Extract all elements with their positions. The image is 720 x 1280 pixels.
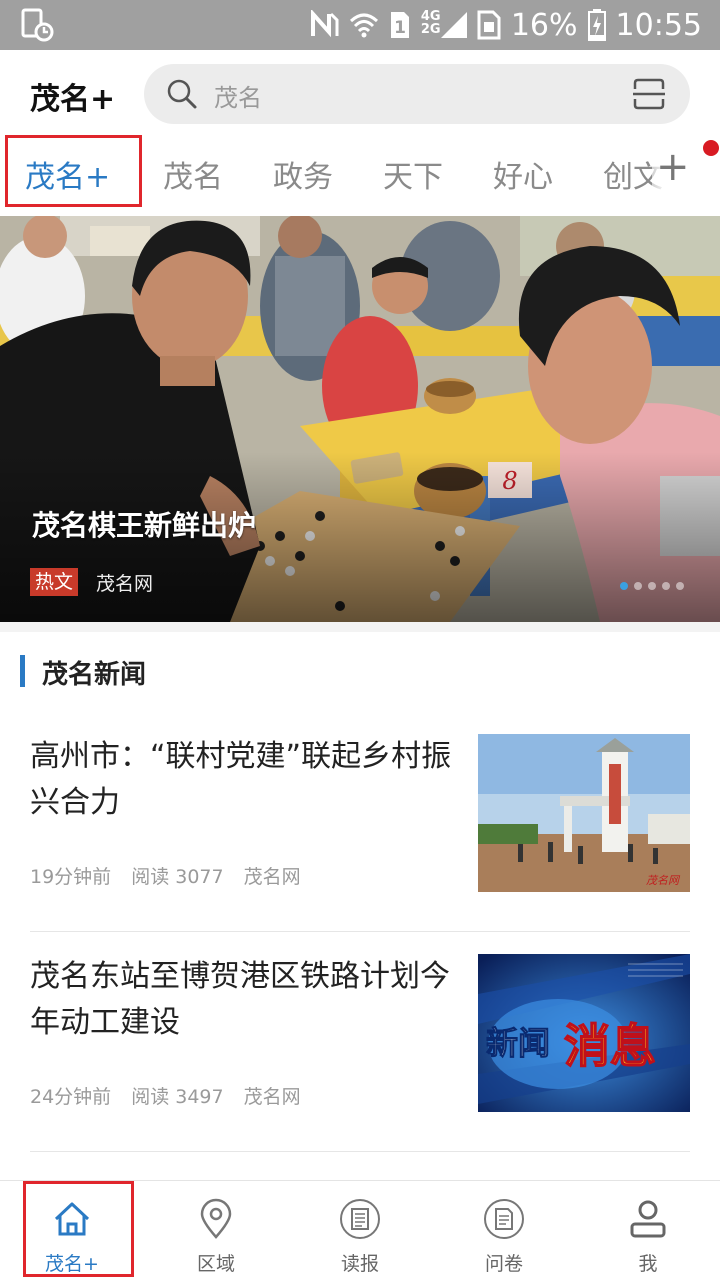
section-title: 茂名新闻 [42,660,147,690]
thumbnail-text-news: 新闻 [486,1024,550,1062]
sim-icon: 1 [389,10,411,40]
sim-slot-label: 1 [394,18,406,38]
user-icon [626,1197,670,1241]
nav-label: 读报 [340,1253,379,1275]
news-thumbnail[interactable]: 茂名网 [478,734,690,892]
carousel-indicator [620,582,684,590]
news-meta: 19分钟前 阅读 3077 茂名网 [30,862,301,889]
section-accent-bar [20,655,25,687]
tab-zhengwu[interactable]: 政务 [273,152,333,196]
news-time: 24分钟前 [30,1086,112,1108]
search-placeholder: 茂名 [214,84,262,112]
nfc-icon [309,10,339,40]
battery-charging-icon [587,9,606,41]
app-title: 茂名+ [30,82,116,117]
nav-item-home[interactable]: 茂名+ [0,1181,144,1280]
battery-percent: 16% [510,7,578,43]
news-source: 茂名网 [243,866,301,888]
header: 茂名+ 茂名 [0,50,720,138]
thumbnail-text-message: 消息 [564,1019,656,1073]
survey-icon [482,1197,526,1241]
thumbnail-watermark: 茂名网 [646,874,681,887]
status-bar: 1 4G 2G 16% 10:55 [0,0,720,50]
news-item[interactable]: 高州市：“联村党建”联起乡村振兴合力 19分钟前 阅读 3077 茂名网 茂名网 [30,712,690,932]
wifi-icon [349,10,379,40]
scan-icon[interactable] [632,77,666,111]
sim-card-icon [477,10,501,40]
news-thumbnail[interactable]: 新闻 消息 [478,954,690,1112]
nav-label: 问卷 [484,1253,523,1275]
network-2g-label: 2G [420,22,441,37]
news-item[interactable]: 茂名东站至博贺港区铁路计划今年动工建设 24分钟前 阅读 3497 茂名网 新闻… [30,932,690,1152]
nav-item-region[interactable]: 区域 [144,1181,288,1280]
screen-time-icon [20,8,54,42]
banner-source: 茂名网 [96,573,154,595]
carousel-dot [662,582,670,590]
carousel-dot [648,582,656,590]
channel-tabs: 茂名+ 茂名 政务 天下 好心 创文 + [0,135,720,214]
hot-tag-badge: 热文 [30,568,79,596]
news-source: 茂名网 [243,1086,301,1108]
tab-maoming-plus[interactable]: 茂名+ [25,152,110,196]
search-icon [166,78,198,110]
banner-title[interactable]: 茂名棋王新鲜出炉 [32,504,256,544]
search-input[interactable]: 茂名 [144,64,690,124]
news-reads: 阅读 3077 [131,866,224,888]
nav-item-survey[interactable]: 问卷 [432,1181,576,1280]
signal-icon: 4G 2G [421,10,467,40]
home-icon [50,1197,94,1241]
location-pin-icon [194,1197,238,1241]
section-divider [0,622,720,632]
carousel-dot [676,582,684,590]
tab-haoxin[interactable]: 好心 [493,152,553,196]
news-title[interactable]: 高州市：“联村党建”联起乡村振兴合力 [30,734,460,826]
news-time: 19分钟前 [30,866,112,888]
tab-tianxia[interactable]: 天下 [383,152,443,196]
nav-item-newspaper[interactable]: 读报 [288,1181,432,1280]
carousel-dot [634,582,642,590]
clock: 10:55 [615,7,702,43]
news-reads: 阅读 3497 [131,1086,224,1108]
nav-label: 我 [638,1253,658,1275]
bottom-navigation: 茂名+ 区域 读报 问卷 我 [0,1180,720,1280]
tab-maoming[interactable]: 茂名 [163,152,223,196]
notification-dot [703,140,719,156]
news-meta: 24分钟前 阅读 3497 茂名网 [30,1082,301,1109]
banner-carousel[interactable]: 8 茂名棋王新鲜出炉 热文 茂名网 [0,216,720,622]
nav-item-me[interactable]: 我 [576,1181,720,1280]
newspaper-icon [338,1197,382,1241]
nav-label: 区域 [196,1253,235,1275]
add-channel-button[interactable]: + [652,144,692,194]
carousel-dot [620,582,628,590]
nav-label: 茂名+ [45,1253,99,1275]
news-title[interactable]: 茂名东站至博贺港区铁路计划今年动工建设 [30,954,460,1046]
